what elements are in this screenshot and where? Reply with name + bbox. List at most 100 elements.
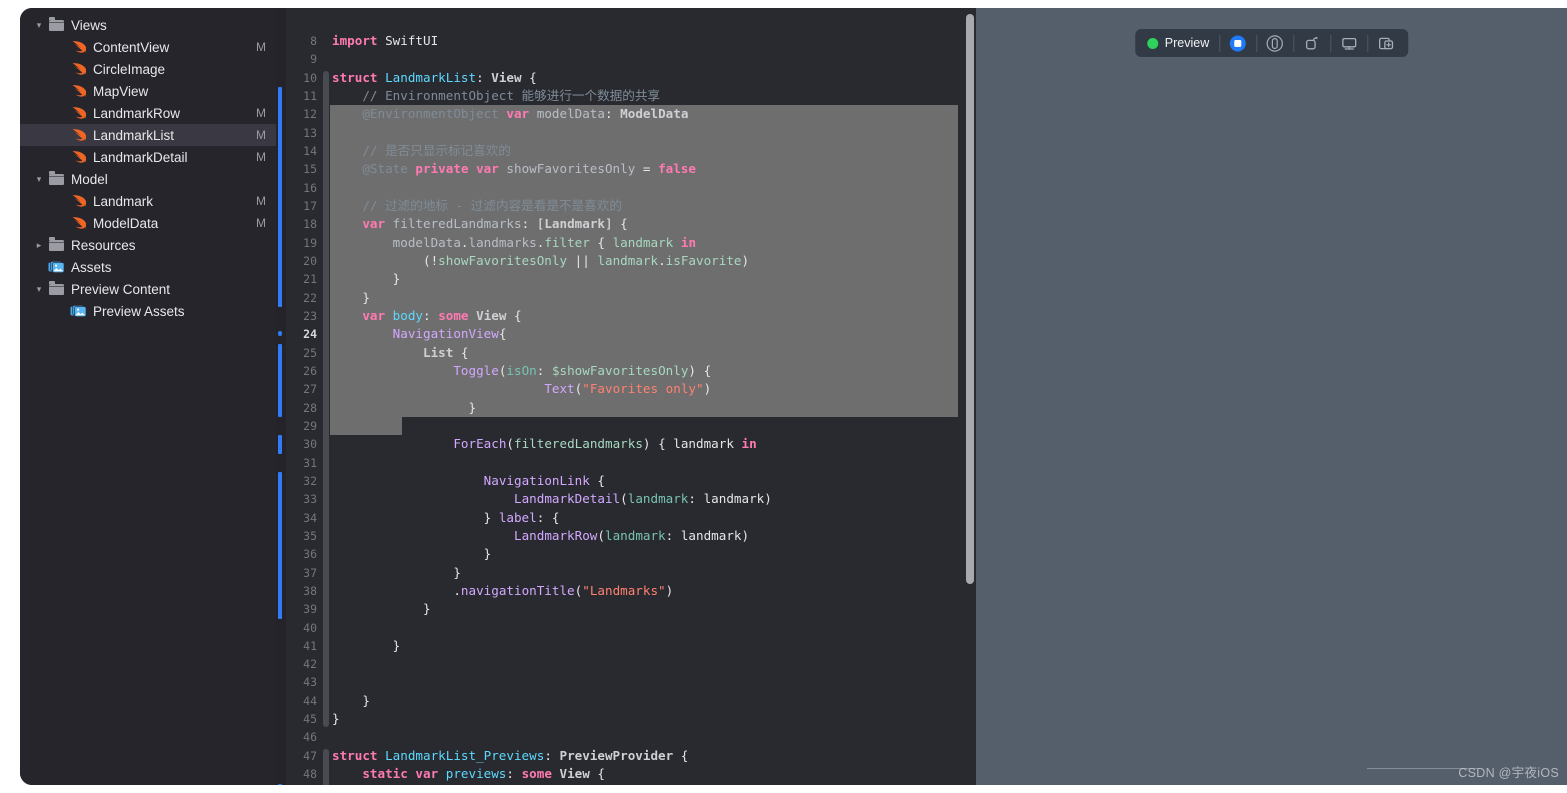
code-line[interactable]: Toggle(isOn: $showFavoritesOnly) { (330, 362, 976, 380)
chevron-down-icon[interactable]: ▾ (32, 174, 46, 184)
code-line[interactable]: static var previews: some View { (330, 765, 976, 783)
code-token: landmark (680, 527, 742, 543)
sidebar-item-landmark[interactable]: Landmark M (20, 190, 276, 212)
code-token: LandmarkDetail (513, 491, 621, 507)
change-indicator (278, 435, 282, 454)
code-line[interactable]: } (330, 270, 976, 288)
project-navigator[interactable]: ▾ Views ContentView M CircleImage MapView Land… (20, 8, 276, 785)
fold-segment[interactable] (323, 748, 329, 785)
code-line[interactable] (330, 619, 976, 637)
code-line[interactable]: // 过滤的地标 - 过滤内容是看是不是喜欢的 (330, 197, 976, 215)
code-line[interactable]: // 是否只显示标记喜欢的 (330, 142, 976, 160)
sidebar-item-label: LandmarkRow (93, 105, 181, 121)
inspect-preview-button[interactable] (1257, 29, 1293, 57)
code-line[interactable] (330, 417, 976, 435)
assets-icon (46, 260, 66, 274)
preview-status-label: Preview (1164, 36, 1210, 50)
code-line[interactable] (330, 728, 976, 746)
orientation-button[interactable] (1294, 29, 1330, 57)
code-token: : (536, 362, 552, 378)
chevron-down-icon[interactable]: ▾ (32, 284, 46, 294)
code-line[interactable]: (!showFavoritesOnly || landmark.isFavori… (330, 252, 976, 270)
sidebar-item-landmarklist[interactable]: LandmarkList M (20, 124, 276, 146)
code-line[interactable] (330, 454, 976, 472)
code-line[interactable] (330, 655, 976, 673)
code-line[interactable]: ForEach(filteredLandmarks) { landmark in (330, 435, 976, 453)
code-line[interactable]: } (330, 545, 976, 563)
fold-segment[interactable] (323, 217, 329, 305)
code-line[interactable] (330, 179, 976, 197)
code-line[interactable]: struct LandmarkList: View { (330, 69, 976, 87)
code-line[interactable]: List { (330, 344, 976, 362)
sidebar-item-contentview[interactable]: ContentView M (20, 36, 276, 58)
sidebar-item-assets[interactable]: Assets (20, 256, 276, 278)
code-token: struct (332, 747, 386, 763)
sidebar-item-circleimage[interactable]: CircleImage (20, 58, 276, 80)
code-line[interactable]: } (330, 710, 976, 728)
code-line[interactable]: LandmarkDetail(landmark: landmark) (330, 490, 976, 508)
sidebar-item-views[interactable]: ▾ Views (20, 14, 276, 36)
code-token: ( (506, 436, 514, 452)
code-line[interactable]: NavigationView{ (330, 325, 976, 343)
code-line[interactable] (330, 50, 976, 68)
line-number: 18 (303, 217, 317, 232)
sidebar-item-modeldata[interactable]: ModelData M (20, 212, 276, 234)
code-line[interactable] (330, 124, 976, 142)
code-token: landmark (703, 491, 765, 507)
code-line[interactable]: } (330, 564, 976, 582)
code-line[interactable]: } label: { (330, 509, 976, 527)
editor-scrollbar[interactable] (966, 14, 974, 584)
code-token: landmark (612, 234, 674, 250)
swift-file-icon (68, 127, 88, 143)
code-line[interactable]: } (330, 637, 976, 655)
code-token: filteredLandmarks (392, 216, 522, 232)
code-line[interactable]: // EnvironmentObject 能够进行一个数据的共享 (330, 87, 976, 105)
code-token: } (332, 711, 340, 727)
code-token: ) { (642, 436, 674, 452)
chevron-down-icon[interactable]: ▾ (32, 20, 46, 30)
sidebar-item-landmarkrow[interactable]: LandmarkRow M (20, 102, 276, 124)
sidebar-item-landmarkdetail[interactable]: LandmarkDetail M (20, 146, 276, 168)
code-line[interactable]: var filteredLandmarks: [Landmark] { (330, 215, 976, 233)
code-token: } (332, 546, 492, 562)
code-token: { (589, 234, 613, 250)
sidebar-item-resources[interactable]: ▸ Resources (20, 234, 276, 256)
source-code-area[interactable]: import SwiftUI struct LandmarkList: View… (330, 8, 976, 785)
code-line[interactable]: struct LandmarkList_Previews: PreviewPro… (330, 747, 976, 765)
code-line[interactable]: .navigationTitle("Landmarks") (330, 582, 976, 600)
code-line[interactable]: NavigationLink { (330, 472, 976, 490)
code-line[interactable] (330, 673, 976, 691)
code-line[interactable]: } (330, 692, 976, 710)
code-line[interactable]: LandmarkList() (330, 783, 976, 785)
line-number: 12 (303, 107, 317, 122)
code-line[interactable]: modelData.landmarks.filter { landmark in (330, 234, 976, 252)
swift-file-icon (72, 107, 86, 119)
code-line[interactable]: import SwiftUI (330, 32, 976, 50)
preview-toolbar[interactable]: Preview (1134, 29, 1409, 57)
sidebar-item-mapview[interactable]: MapView (20, 80, 276, 102)
code-line[interactable]: @EnvironmentObject var modelData: ModelD… (330, 105, 976, 123)
preview-status[interactable]: Preview (1139, 29, 1219, 57)
line-number: 37 (303, 565, 317, 580)
chevron-right-icon[interactable]: ▸ (32, 240, 46, 250)
code-fold-ribbon[interactable] (322, 8, 330, 785)
duplicate-preview-button[interactable] (1368, 29, 1404, 57)
code-line[interactable]: } (330, 600, 976, 618)
sidebar-item-model[interactable]: ▾ Model (20, 168, 276, 190)
code-line[interactable]: LandmarkRow(landmark: landmark) (330, 527, 976, 545)
display-mode-button[interactable] (1331, 29, 1367, 57)
code-token: "Favorites only" (582, 381, 704, 397)
code-line[interactable]: var body: some View { (330, 307, 976, 325)
sidebar-item-preview-assets[interactable]: Preview Assets (20, 300, 276, 322)
live-preview-button[interactable] (1220, 29, 1256, 57)
sidebar-item-preview-content[interactable]: ▾ Preview Content (20, 278, 276, 300)
line-number: 31 (303, 455, 317, 470)
code-line[interactable]: } (330, 399, 976, 417)
code-line[interactable]: @State private var showFavoritesOnly = f… (330, 160, 976, 178)
code-editor[interactable]: 8 9 10 11 12 13 14 15 16 17 18 19 20 21 22 23 24 25 26 27 28… (276, 8, 976, 785)
code-line[interactable]: } (330, 289, 976, 307)
preview-canvas[interactable]: Preview CSDN @宇夜iOS (976, 8, 1567, 785)
fold-segment[interactable] (323, 308, 329, 709)
code-line[interactable]: Text("Favorites only") (330, 380, 976, 398)
